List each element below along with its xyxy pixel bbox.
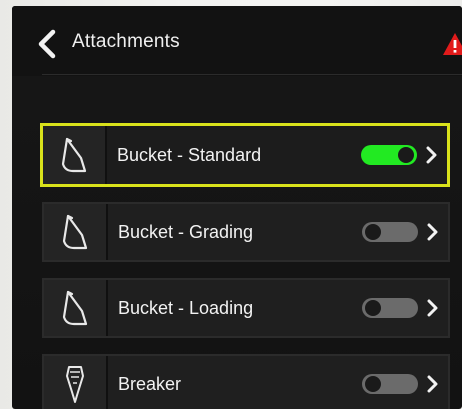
chevron-right-icon[interactable] bbox=[424, 221, 442, 243]
toggle-knob bbox=[365, 376, 381, 392]
header-divider bbox=[42, 74, 462, 75]
attachment-label: Bucket - Loading bbox=[118, 297, 254, 318]
icon-cell bbox=[44, 356, 108, 409]
back-button[interactable] bbox=[32, 28, 62, 60]
attachment-toggle[interactable] bbox=[362, 222, 418, 242]
page-title: Attachments bbox=[72, 31, 180, 52]
header-bar: Attachments bbox=[12, 6, 462, 76]
icon-cell bbox=[44, 204, 108, 260]
icon-cell bbox=[43, 126, 107, 184]
toggle-knob bbox=[365, 300, 381, 316]
bucket-icon bbox=[62, 214, 88, 250]
toggle-knob bbox=[398, 147, 414, 163]
attachment-label: Bucket - Standard bbox=[117, 144, 262, 165]
chevron-left-icon bbox=[38, 29, 56, 59]
toggle-knob bbox=[365, 224, 381, 240]
bucket-icon bbox=[61, 137, 87, 173]
attachment-toggle[interactable] bbox=[362, 374, 418, 394]
attachment-row-bucket-standard[interactable]: Bucket - Standard bbox=[40, 123, 450, 187]
chevron-right-icon[interactable] bbox=[424, 297, 442, 319]
icon-cell bbox=[44, 280, 108, 336]
attachments-panel: Attachments Bucket - Standard Bucket - G… bbox=[12, 6, 462, 409]
attachment-label: Breaker bbox=[118, 373, 182, 394]
warning-icon[interactable] bbox=[442, 32, 462, 56]
chevron-right-icon[interactable] bbox=[423, 144, 441, 166]
attachment-label: Bucket - Grading bbox=[118, 221, 254, 242]
attachment-row-bucket-loading[interactable]: Bucket - Loading bbox=[42, 278, 450, 338]
chevron-right-icon[interactable] bbox=[424, 373, 442, 395]
attachment-toggle[interactable] bbox=[362, 298, 418, 318]
bucket-icon bbox=[62, 290, 88, 326]
breaker-icon bbox=[66, 366, 84, 403]
attachment-toggle[interactable] bbox=[361, 145, 417, 165]
attachment-row-breaker[interactable]: Breaker bbox=[42, 354, 450, 409]
attachment-row-bucket-grading[interactable]: Bucket - Grading bbox=[42, 202, 450, 262]
